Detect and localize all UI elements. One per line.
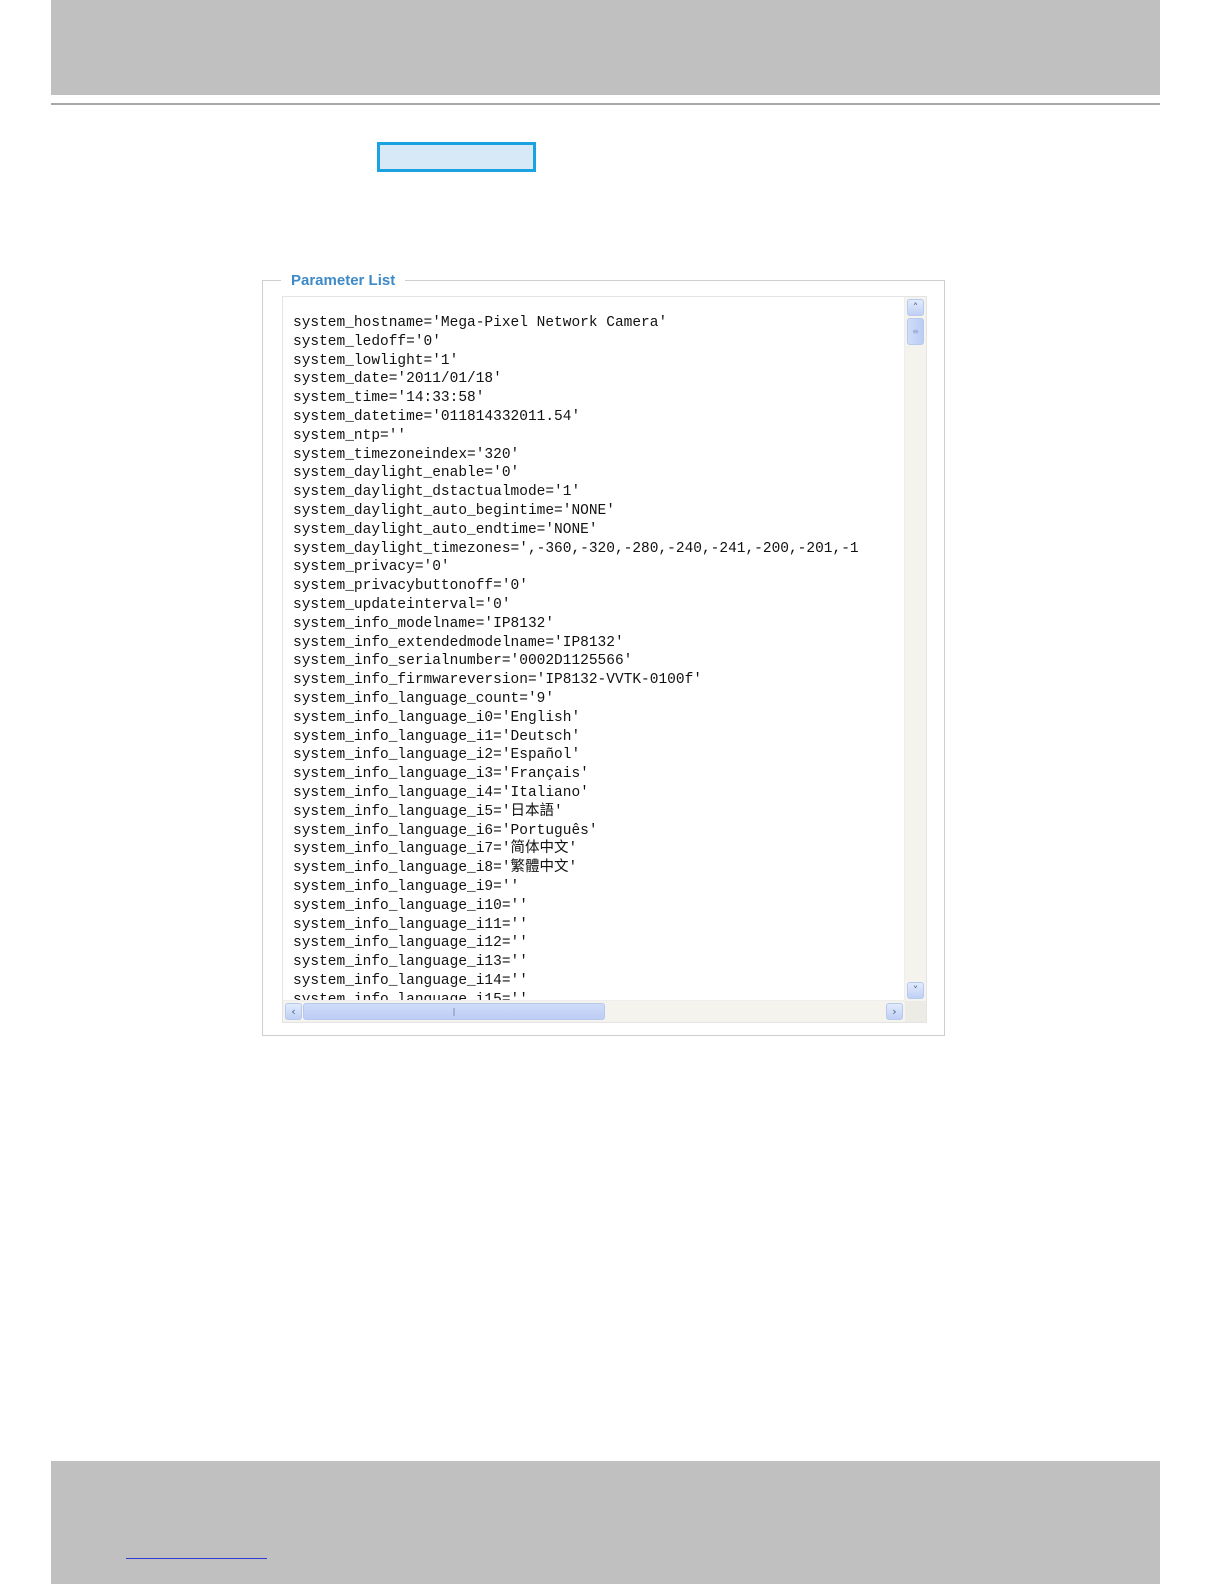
parameter-line: system_info_language_i3='Français' [293,766,589,783]
parameter-line: system_daylight_timezones=',-360,-320,-2… [293,540,859,557]
parameter-line: system_hostname='Mega-Pixel Network Came… [293,315,668,331]
page-header-band [51,0,1160,95]
parameter-line: system_info_language_i0='English' [293,709,581,726]
parameter-line: system_ntp='' [293,427,407,444]
footer-link-underline[interactable] [126,1558,267,1559]
parameter-line: system_lowlight='1' [293,352,459,369]
parameter-line: system_info_language_i12='' [293,935,528,952]
parameter-line: system_datetime='011814332011.54' [293,408,581,425]
parameter-line: system_info_language_count='9' [293,690,555,707]
parameter-line: system_daylight_auto_endtime='NONE' [293,521,598,538]
parameter-line: system_timezoneindex='320' [293,446,520,463]
grip-icon: ‖ [452,1006,456,1016]
scrollbar-corner [905,1001,926,1022]
parameter-line: system_info_modelname='IP8132' [293,615,555,632]
parameter-line: system_daylight_dstactualmode='1' [293,484,581,501]
page-footer-band [51,1461,1160,1584]
parameter-line: system_info_language_i9='' [293,878,520,895]
parameter-line: system_updateinterval='0' [293,596,511,613]
vertical-scroll-thumb[interactable]: ≡ [907,318,924,345]
parameter-line: system_daylight_enable='0' [293,465,520,482]
parameter-line: system_privacy='0' [293,559,450,576]
parameter-line: system_info_language_i5='日本語' [293,803,563,820]
parameter-list-textarea[interactable]: system_hostname='Mega-Pixel Network Came… [282,296,927,1023]
parameter-line: system_info_language_i6='Português' [293,822,598,839]
parameter-line: system_ledoff='0' [293,333,441,350]
scroll-down-button[interactable]: ˅ [907,982,924,999]
parameter-list-panel: Parameter List system_hostname='Mega-Pix… [262,271,945,1036]
scroll-up-button[interactable]: ˄ [907,299,924,316]
parameter-line: system_info_language_i14='' [293,972,528,989]
parameter-line: system_privacybuttonoff='0' [293,578,528,595]
horizontal-scroll-thumb[interactable]: ‖ [303,1003,605,1020]
parameter-line: system_info_language_i1='Deutsch' [293,728,581,745]
parameter-list-legend: Parameter List [281,271,406,291]
parameter-lines: system_hostname='Mega-Pixel Network Came… [293,314,904,1000]
chevron-down-icon: ˅ [912,984,919,997]
parameter-line: system_info_language_i7='简体中文' [293,841,578,858]
chevron-up-icon: ˄ [912,301,919,314]
parameter-line: system_info_language_i15='' [293,991,528,1000]
scroll-right-button[interactable]: › [886,1003,903,1020]
parameter-line: system_info_serialnumber='0002D1125566' [293,653,633,670]
header-divider [51,103,1160,105]
grip-icon: ≡ [912,326,919,336]
parameter-line: system_time='14:33:58' [293,390,485,407]
parameter-line: system_info_language_i13='' [293,954,528,971]
parameter-line: system_info_language_i2='Español' [293,747,581,764]
parameter-line: system_info_language_i10='' [293,897,528,914]
parameter-line: system_info_language_i11='' [293,916,528,933]
horizontal-scrollbar[interactable]: ‹ ‖ › [283,1000,905,1022]
parameter-line: system_info_language_i4='Italiano' [293,784,589,801]
vertical-scrollbar[interactable]: ˄ ≡ ˅ [904,297,926,1001]
chevron-right-icon: › [892,1005,897,1018]
parameter-line: system_daylight_auto_begintime='NONE' [293,502,615,519]
chevron-left-icon: ‹ [291,1005,296,1018]
parameter-line: system_info_firmwareversion='IP8132-VVTK… [293,672,702,689]
parameter-line: system_info_extendedmodelname='IP8132' [293,634,624,651]
scroll-left-button[interactable]: ‹ [285,1003,302,1020]
parameter-line: system_date='2011/01/18' [293,371,502,388]
parameter-line: system_info_language_i8='繁體中文' [293,860,578,877]
highlighted-button[interactable] [377,142,536,172]
